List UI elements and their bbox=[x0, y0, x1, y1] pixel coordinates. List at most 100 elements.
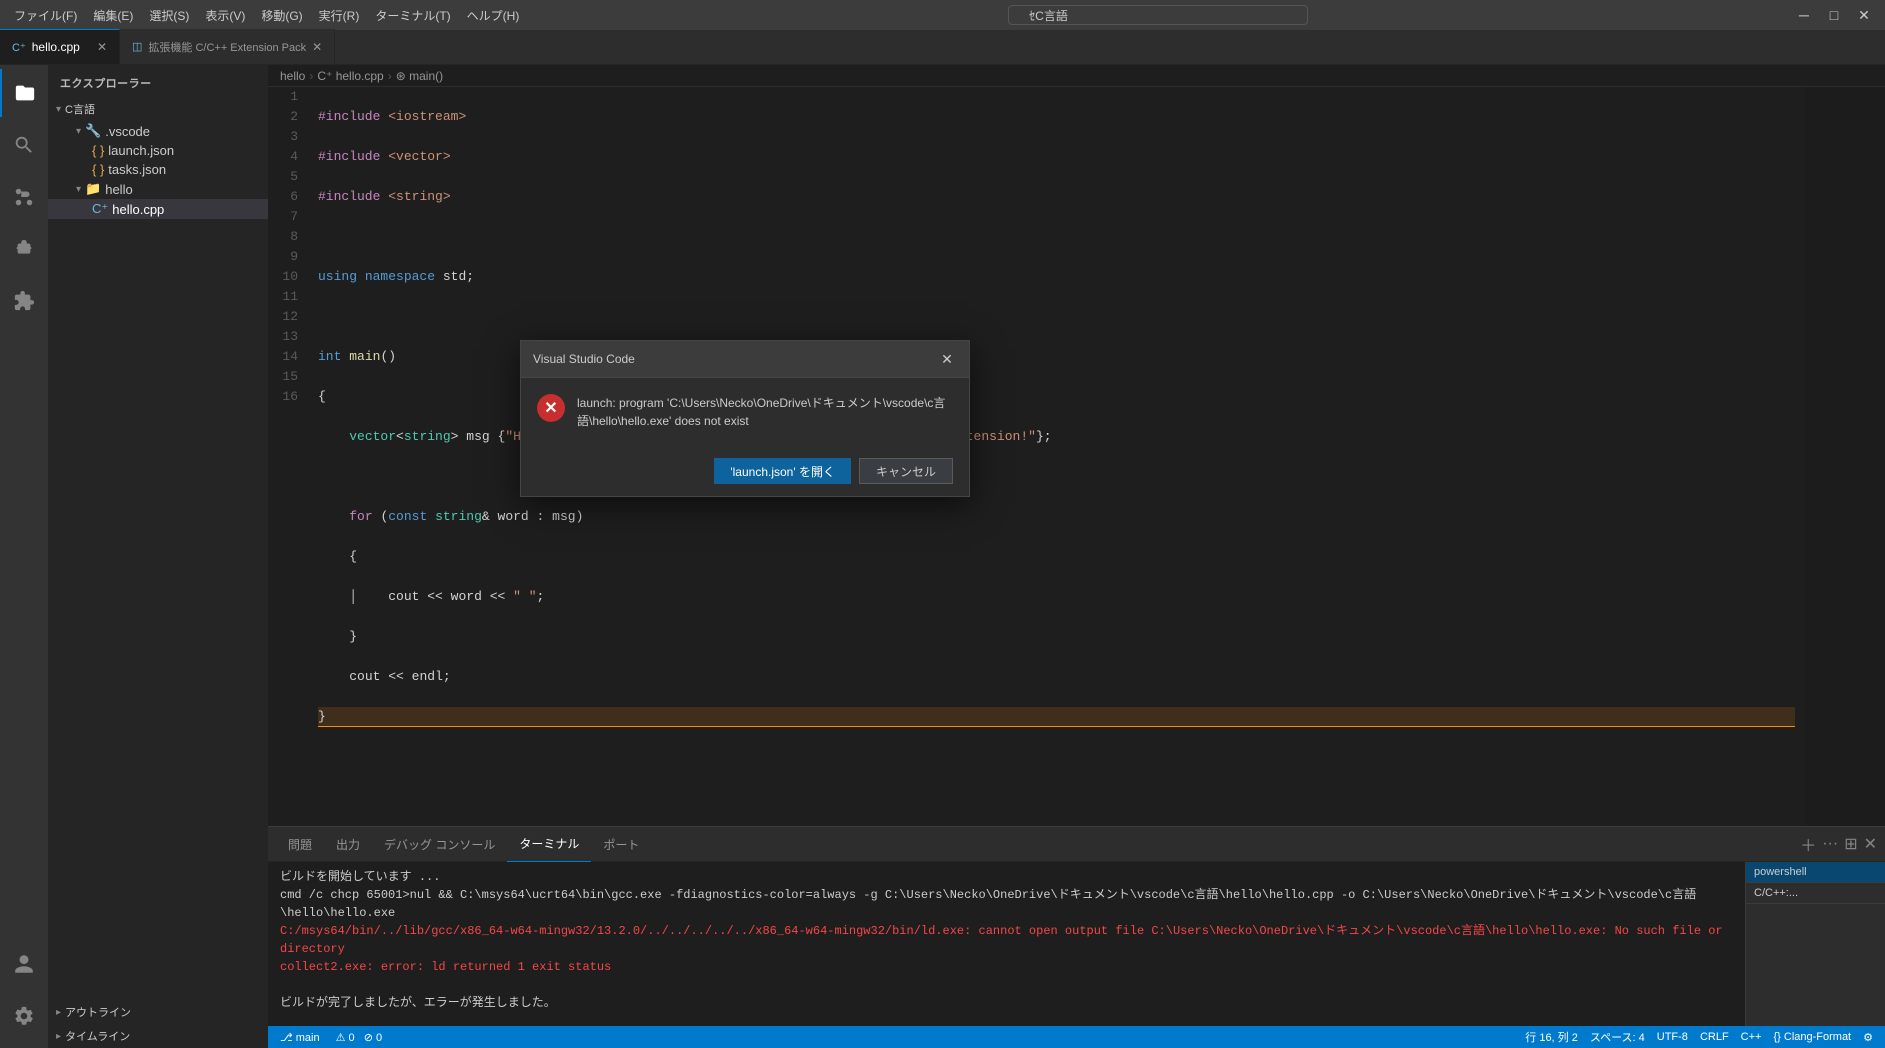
tab-hello-cpp-label: hello.cpp bbox=[32, 40, 80, 54]
tree-item-hello-cpp[interactable]: C⁺ hello.cpp bbox=[48, 199, 268, 219]
menu-help[interactable]: ヘルプ(H) bbox=[461, 5, 526, 26]
terminal-content[interactable]: ビルドを開始しています ... cmd /c chcp 65001>nul &&… bbox=[268, 862, 1745, 1026]
minimize-button[interactable]: ─ bbox=[1791, 6, 1817, 24]
cpp-icon: C⁺ bbox=[92, 201, 108, 217]
menu-select[interactable]: 選択(S) bbox=[143, 5, 195, 26]
menu-terminal[interactable]: ターミナル(T) bbox=[369, 5, 456, 26]
title-bar: ファイル(F) 編集(E) 選択(S) 表示(V) 移動(G) 実行(R) ター… bbox=[0, 0, 1885, 30]
code-line-1: #include <iostream> bbox=[318, 107, 1795, 127]
tree-item-launch-json[interactable]: { } launch.json bbox=[48, 141, 268, 160]
activity-account[interactable] bbox=[0, 940, 48, 988]
terminal-line-7 bbox=[280, 1012, 1733, 1026]
tree-item-vscode[interactable]: ▾ 🔧 .vscode bbox=[48, 121, 268, 141]
panel-tab-ports[interactable]: ポート bbox=[591, 827, 651, 862]
sidebar-section-clang[interactable]: ▾ C言語 bbox=[48, 97, 268, 121]
chevron-right-icon2: ▸ bbox=[56, 1031, 61, 1042]
tree-item-hello[interactable]: ▾ 📁 hello bbox=[48, 179, 268, 199]
status-branch[interactable]: ⎇ main bbox=[276, 1031, 324, 1044]
chevron-right-icon: ▸ bbox=[56, 1007, 61, 1018]
sidebar-section-outline[interactable]: ▸ アウトライン bbox=[48, 1000, 268, 1024]
activity-bar-bottom bbox=[0, 940, 48, 1048]
folder-icon: 📁 bbox=[85, 181, 101, 197]
menu-edit[interactable]: 編集(E) bbox=[87, 5, 139, 26]
terminal-line-2: cmd /c chcp 65001>nul && C:\msys64\ucrt6… bbox=[280, 886, 1733, 922]
breadcrumb-main[interactable]: ⊛ main() bbox=[396, 69, 443, 83]
dialog-title-bar: Visual Studio Code ✕ bbox=[521, 341, 969, 378]
tab-close-hello[interactable]: ✕ bbox=[97, 40, 107, 54]
tree-label-vscode: .vscode bbox=[105, 124, 150, 139]
menu-view[interactable]: 表示(V) bbox=[199, 5, 251, 26]
terminal-line-1: ビルドを開始しています ... bbox=[280, 868, 1733, 886]
breadcrumb-file[interactable]: C⁺ hello.cpp bbox=[317, 69, 383, 83]
tab-ext-label: 拡張機能 C/C++ Extension Pack bbox=[148, 39, 306, 55]
status-formatter[interactable]: {} Clang-Format bbox=[1769, 1029, 1855, 1045]
code-editor[interactable]: 1 2 3 4 5 6 7 8 9 10 11 12 13 14 15 16 #… bbox=[268, 87, 1885, 826]
menu-go[interactable]: 移動(G) bbox=[255, 5, 308, 26]
activity-search[interactable] bbox=[0, 121, 48, 169]
panel-close-button[interactable]: ✕ bbox=[1864, 834, 1877, 854]
status-errors[interactable]: ⚠ 0 ⊘ 0 bbox=[332, 1031, 387, 1044]
vscode-folder-icon: 🔧 bbox=[85, 123, 101, 139]
tree-label-hello: hello bbox=[105, 182, 132, 197]
dialog-message: launch: program 'C:\Users\Necko\OneDrive… bbox=[577, 394, 953, 430]
status-line-col[interactable]: 行 16, 列 2 bbox=[1521, 1029, 1582, 1045]
sidebar-section-timeline[interactable]: ▸ タイムライン bbox=[48, 1024, 268, 1048]
dialog-cancel-button[interactable]: キャンセル bbox=[859, 458, 953, 484]
terminal-line-6: ビルドが完了しましたが、エラーが発生しました。 bbox=[280, 994, 1733, 1012]
error-dialog: Visual Studio Code ✕ ✕ launch: program '… bbox=[520, 340, 970, 497]
cpp-file-icon: C⁺ bbox=[12, 41, 26, 54]
status-encoding[interactable]: UTF-8 bbox=[1653, 1029, 1692, 1045]
activity-git[interactable] bbox=[0, 173, 48, 221]
menu-run[interactable]: 実行(R) bbox=[313, 5, 366, 26]
terminal-right-pane: powershell C/C++:... bbox=[1745, 862, 1885, 1026]
panel-tab-terminal[interactable]: ターミナル bbox=[507, 827, 591, 862]
chevron-down-icon2: ▾ bbox=[76, 184, 81, 195]
panel-add-button[interactable]: ＋ bbox=[1800, 832, 1816, 856]
window-controls: ─ □ ✕ bbox=[1791, 6, 1877, 24]
maximize-button[interactable]: □ bbox=[1821, 6, 1847, 24]
close-button[interactable]: ✕ bbox=[1851, 6, 1877, 24]
terminal-line-3: C:/msys64/bin/../lib/gcc/x86_64-w64-ming… bbox=[280, 922, 1733, 958]
sidebar: エクスプローラー ▾ C言語 ▾ 🔧 .vscode { } launch.js… bbox=[48, 65, 268, 1048]
panel-split-button[interactable]: ⊞ bbox=[1844, 834, 1857, 854]
tree-item-tasks-json[interactable]: { } tasks.json bbox=[48, 160, 268, 179]
activity-extensions[interactable] bbox=[0, 277, 48, 325]
tab-close-ext[interactable]: ✕ bbox=[312, 40, 322, 54]
activity-files[interactable] bbox=[0, 69, 48, 117]
status-spaces[interactable]: スペース: 4 bbox=[1586, 1029, 1649, 1045]
terminal-pane-cpp[interactable]: C/C++:... bbox=[1746, 883, 1885, 904]
panel-tab-problems[interactable]: 問題 bbox=[276, 827, 324, 862]
panel-tab-output[interactable]: 出力 bbox=[324, 827, 372, 862]
activity-debug[interactable] bbox=[0, 225, 48, 273]
status-language[interactable]: C++ bbox=[1737, 1029, 1766, 1045]
code-line-16: } bbox=[318, 707, 1795, 727]
search-input[interactable] bbox=[1008, 5, 1308, 25]
code-line-15: cout << endl; bbox=[318, 667, 1795, 687]
breadcrumb-hello[interactable]: hello bbox=[280, 69, 305, 83]
status-line-ending[interactable]: CRLF bbox=[1696, 1029, 1733, 1045]
code-line-5: using namespace std; bbox=[318, 267, 1795, 287]
code-line-3: #include <string> bbox=[318, 187, 1795, 207]
menu-bar[interactable]: ファイル(F) 編集(E) 選択(S) 表示(V) 移動(G) 実行(R) ター… bbox=[8, 5, 525, 26]
activity-settings[interactable] bbox=[0, 992, 48, 1040]
terminal-line-4: collect2.exe: error: ld returned 1 exit … bbox=[280, 958, 1733, 976]
breadcrumb-sep1: › bbox=[309, 69, 313, 83]
terminal-panel: 問題 出力 デバッグ コンソール ターミナル ポート ＋ ··· ⊞ ✕ ビルド… bbox=[268, 826, 1885, 1026]
code-line-4 bbox=[318, 227, 1795, 247]
menu-file[interactable]: ファイル(F) bbox=[8, 5, 83, 26]
terminal-pane-powershell[interactable]: powershell bbox=[1746, 862, 1885, 883]
breadcrumb-sep2: › bbox=[388, 69, 392, 83]
panel-more-button[interactable]: ··· bbox=[1822, 835, 1838, 853]
tab-ext-pack[interactable]: ◫ 拡張機能 C/C++ Extension Pack ✕ bbox=[120, 29, 335, 64]
dialog-body: ✕ launch: program 'C:\Users\Necko\OneDri… bbox=[521, 378, 969, 446]
chevron-down-icon: ▾ bbox=[76, 126, 81, 137]
panel-tab-debug-console[interactable]: デバッグ コンソール bbox=[372, 827, 507, 862]
tab-hello-cpp[interactable]: C⁺ hello.cpp ✕ bbox=[0, 29, 120, 64]
status-settings-icon[interactable]: ⚙ bbox=[1859, 1029, 1877, 1045]
chevron-down-icon: ▾ bbox=[56, 104, 61, 115]
minimap bbox=[1805, 87, 1885, 826]
dialog-close-button[interactable]: ✕ bbox=[937, 349, 957, 369]
code-line-12: { bbox=[318, 547, 1795, 567]
terminal-line-5 bbox=[280, 976, 1733, 994]
dialog-open-launch-json-button[interactable]: 'launch.json' を開く bbox=[714, 458, 851, 484]
